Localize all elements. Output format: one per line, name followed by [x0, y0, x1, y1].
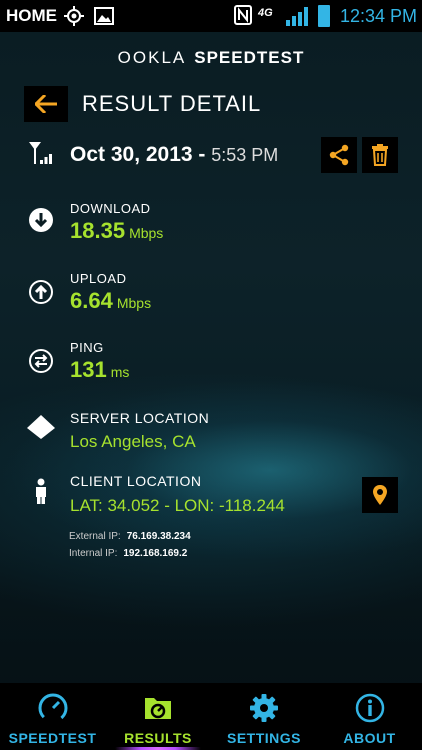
share-icon	[329, 144, 349, 166]
brand-ookla: OOKLA	[117, 48, 187, 67]
battery-icon	[318, 5, 330, 27]
download-unit: Mbps	[129, 225, 164, 241]
internal-ip-label: Internal IP:	[69, 548, 118, 559]
ping-label: PING	[70, 340, 104, 355]
external-ip-label: External IP:	[69, 531, 121, 542]
bottom-navigation: SPEEDTEST RESULTS SETTINGS ABOUT	[0, 683, 422, 750]
nfc-icon	[234, 5, 252, 25]
delete-button[interactable]	[362, 137, 398, 173]
ping-icon	[29, 349, 53, 373]
gear-icon	[250, 694, 278, 722]
upload-label: UPLOAD	[70, 271, 127, 286]
internal-ip-value: 192.168.169.2	[123, 548, 188, 559]
nav-speedtest-label: SPEEDTEST	[8, 730, 97, 746]
server-location-icon	[27, 415, 55, 439]
download-icon	[29, 208, 53, 232]
result-time: 5:53 PM	[211, 145, 279, 165]
download-value: 18.35	[70, 218, 126, 243]
upload-unit: Mbps	[116, 295, 152, 311]
trash-icon	[372, 144, 388, 166]
signal-strength-icon	[286, 7, 308, 26]
server-location-value: Los Angeles, CA	[70, 432, 196, 451]
speedometer-icon	[38, 693, 67, 723]
download-value-row: 18.35 Mbps	[70, 218, 163, 244]
upload-value-row: 6.64 Mbps	[70, 288, 151, 314]
external-ip-row: External IP: 76.169.38.234	[69, 531, 191, 542]
cell-signal-icon	[29, 142, 52, 164]
map-pin-icon	[373, 485, 387, 505]
external-ip-value: 76.169.38.234	[126, 531, 191, 542]
client-location-label: CLIENT LOCATION	[70, 473, 202, 489]
info-icon	[355, 693, 384, 723]
share-button[interactable]	[321, 137, 357, 173]
network-type-label: 4G	[258, 7, 273, 19]
result-date-separator: -	[192, 143, 212, 166]
person-icon	[36, 478, 46, 504]
result-datetime: Oct 30, 2013 - 5:53 PM	[70, 143, 278, 167]
upload-icon	[29, 280, 53, 304]
map-pin-button[interactable]	[362, 477, 398, 513]
status-home-label: HOME	[6, 6, 57, 25]
image-notification-icon	[94, 7, 114, 25]
client-location-value: LAT: 34.052 - LON: -118.244	[70, 496, 285, 515]
results-folder-icon	[145, 698, 171, 719]
download-label: DOWNLOAD	[70, 201, 151, 216]
status-time: 12:34 PM	[340, 6, 418, 26]
nav-about[interactable]: ABOUT	[317, 683, 422, 750]
ping-value-row: 131 ms	[70, 357, 129, 383]
nav-settings-label: SETTINGS	[226, 730, 301, 746]
status-bar: HOME 4G 12:34 PM	[0, 0, 422, 32]
internal-ip-row: Internal IP: 192.168.169.2	[69, 548, 187, 559]
page-title: RESULT DETAIL	[82, 91, 262, 116]
server-location-label: SERVER LOCATION	[70, 410, 210, 426]
brand-speedtest: SPEEDTEST	[194, 48, 305, 67]
location-target-icon	[64, 6, 84, 26]
nav-about-label: ABOUT	[343, 730, 396, 746]
nav-results-label: RESULTS	[124, 730, 192, 746]
ping-value: 131	[70, 357, 107, 382]
nav-settings[interactable]: SETTINGS	[211, 683, 317, 750]
screen: HOME 4G 12:34 PM OOKLA SPEEDTEST RESULT …	[0, 0, 422, 750]
arrow-left-icon	[35, 95, 57, 113]
upload-value: 6.64	[70, 288, 113, 313]
result-date: Oct 30, 2013	[70, 143, 193, 166]
nav-results[interactable]: RESULTS	[105, 683, 211, 750]
ping-unit: ms	[110, 364, 130, 380]
back-button[interactable]	[24, 86, 68, 122]
app-brand: OOKLA SPEEDTEST	[0, 48, 422, 68]
nav-speedtest[interactable]: SPEEDTEST	[0, 683, 105, 750]
